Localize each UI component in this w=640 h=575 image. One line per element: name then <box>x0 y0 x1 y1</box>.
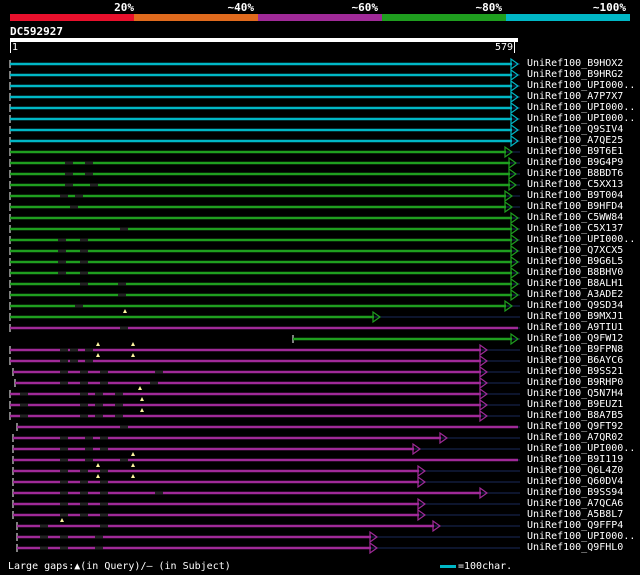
hit-label[interactable]: UniRef100_A3ADE2 <box>527 289 623 300</box>
scale-legend: =100char. <box>440 561 512 572</box>
hit-label[interactable]: UniRef100_B9MXJ1 <box>527 311 623 322</box>
hit-label[interactable]: UniRef100_Q9FW12 <box>527 333 623 344</box>
query-gap-marker <box>96 353 100 357</box>
hit-label[interactable]: UniRef100_UPI000.. <box>527 102 635 113</box>
hit-label[interactable]: UniRef100_A7QE25 <box>527 135 623 146</box>
hit-label[interactable]: UniRef100_UPI000.. <box>527 443 635 454</box>
hit-label[interactable]: UniRef100_UPI000.. <box>527 113 635 124</box>
hit-label[interactable]: UniRef100_Q5N7H4 <box>527 388 623 399</box>
query-gap-marker <box>131 463 135 467</box>
hit-label[interactable]: UniRef100_B9FPN8 <box>527 344 623 355</box>
hit-label[interactable]: UniRef100_B8A7B5 <box>527 410 623 421</box>
query-gap-marker <box>123 309 127 313</box>
query-gap-marker <box>140 408 144 412</box>
hit-label[interactable]: UniRef100_Q60DV4 <box>527 476 623 487</box>
hit-label[interactable]: UniRef100_UPI000.. <box>527 80 635 91</box>
gaps-legend: Large gaps:▲(in Query)/– (in Subject) <box>8 561 231 572</box>
hit-label[interactable]: UniRef100_B9I119 <box>527 454 623 465</box>
hit-label[interactable]: UniRef100_Q7XCX5 <box>527 245 623 256</box>
hit-label[interactable]: UniRef100_B9SS21 <box>527 366 623 377</box>
query-gap-marker <box>131 474 135 478</box>
scale-text: =100char. <box>458 561 513 572</box>
hit-label[interactable]: UniRef100_B9T6E1 <box>527 146 623 157</box>
hit-label[interactable]: UniRef100_B9HRG2 <box>527 69 623 80</box>
hit-label[interactable]: UniRef100_Q9FFP4 <box>527 520 623 531</box>
hit-label[interactable]: UniRef100_B8BDT6 <box>527 168 623 179</box>
hit-label[interactable]: UniRef100_B9HFD4 <box>527 201 623 212</box>
hit-label[interactable]: UniRef100_C5WW84 <box>527 212 623 223</box>
query-gap-marker <box>96 474 100 478</box>
hit-label[interactable]: UniRef100_B9EUZ1 <box>527 399 623 410</box>
hit-label[interactable]: UniRef100_B9G6L5 <box>527 256 623 267</box>
hit-label[interactable]: UniRef100_Q9FHL0 <box>527 542 623 553</box>
hit-label[interactable]: UniRef100_A7QR02 <box>527 432 623 443</box>
query-gap-marker <box>96 342 100 346</box>
hit-label[interactable]: UniRef100_Q9FT92 <box>527 421 623 432</box>
hit-label[interactable]: UniRef100_Q6L4Z0 <box>527 465 623 476</box>
hit-label[interactable]: UniRef100_UPI000.. <box>527 531 635 542</box>
hit-label[interactable]: UniRef100_Q9SIV4 <box>527 124 623 135</box>
scale-swatch <box>440 564 456 568</box>
query-gap-marker <box>60 518 64 522</box>
hit-label[interactable]: UniRef100_A7P7X7 <box>527 91 623 102</box>
query-gap-marker <box>138 386 142 390</box>
hit-label[interactable]: UniRef100_B9T004 <box>527 190 623 201</box>
hit-label[interactable]: UniRef100_B9RHP0 <box>527 377 623 388</box>
hit-label[interactable]: UniRef100_C5X137 <box>527 223 623 234</box>
hit-label[interactable]: UniRef100_B9HOX2 <box>527 58 623 69</box>
query-gap-marker <box>131 353 135 357</box>
hit-label[interactable]: UniRef100_B6AYC6 <box>527 355 623 366</box>
hit-label[interactable]: UniRef100_B8BHV0 <box>527 267 623 278</box>
hit-label[interactable]: UniRef100_B8ALH1 <box>527 278 623 289</box>
query-gap-marker <box>140 397 144 401</box>
hit-label[interactable]: UniRef100_Q9SD34 <box>527 300 623 311</box>
hit-label[interactable]: UniRef100_B9SS94 <box>527 487 623 498</box>
hit-label[interactable]: UniRef100_UPI000.. <box>527 234 635 245</box>
query-gap-marker <box>96 463 100 467</box>
hit-label[interactable]: UniRef100_C5XX13 <box>527 179 623 190</box>
query-gap-marker <box>131 452 135 456</box>
hit-label[interactable]: UniRef100_B9G4P9 <box>527 157 623 168</box>
hit-label[interactable]: UniRef100_A5B8L7 <box>527 509 623 520</box>
hit-label[interactable]: UniRef100_A9TIU1 <box>527 322 623 333</box>
hit-label[interactable]: UniRef100_A7QCA6 <box>527 498 623 509</box>
query-gap-marker <box>131 342 135 346</box>
